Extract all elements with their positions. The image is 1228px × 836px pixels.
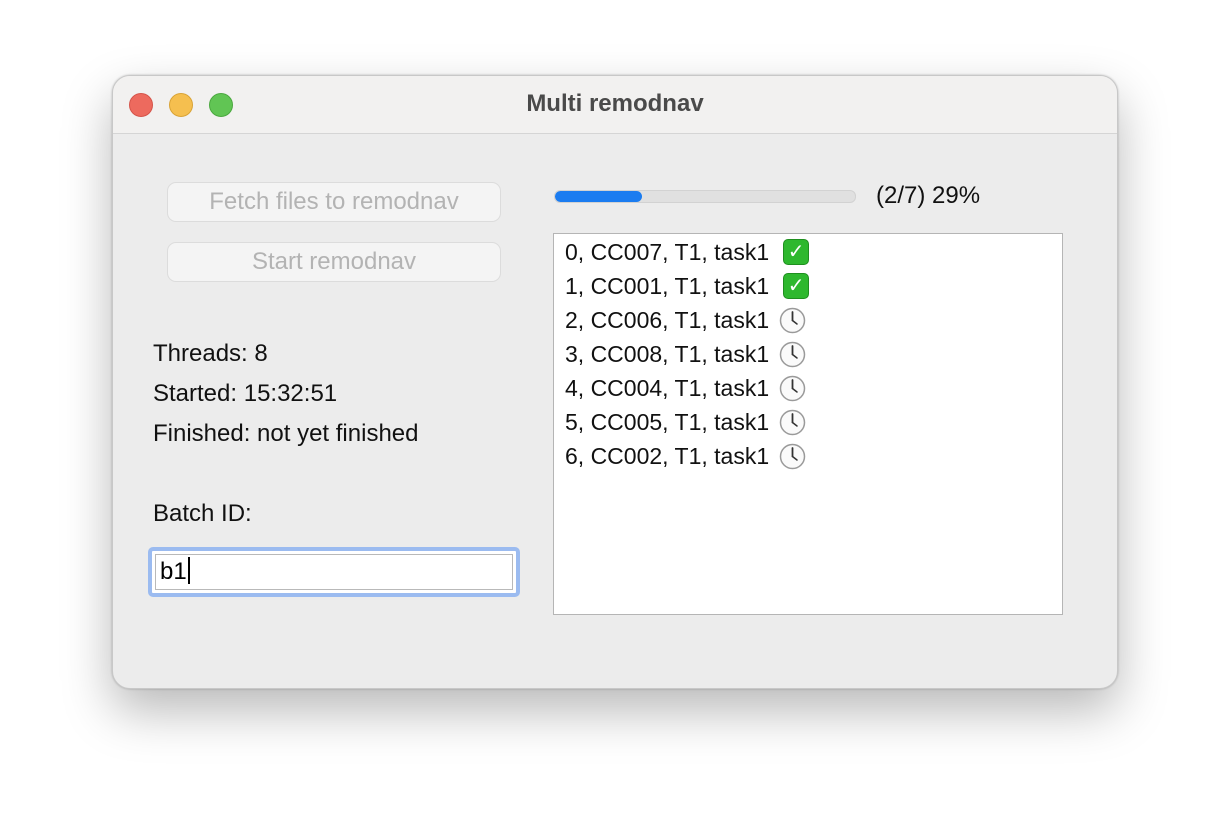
batch-id-value: b1	[160, 558, 187, 585]
batch-id-input[interactable]: b1	[155, 554, 513, 590]
finished-label: Finished: not yet finished	[153, 420, 419, 447]
progress-bar	[554, 190, 856, 203]
start-remodnav-button[interactable]: Start remodnav	[167, 242, 501, 282]
job-list-item[interactable]: 1, CC001, T1, task1 ✓	[565, 269, 810, 303]
fetch-files-button[interactable]: Fetch files to remodnav	[167, 182, 501, 222]
job-list-item[interactable]: 3, CC008, T1, task1	[565, 337, 806, 371]
clock-icon	[779, 341, 806, 368]
job-label: 0, CC007, T1, task1	[565, 238, 770, 265]
threads-label: Threads: 8	[153, 340, 268, 367]
app-window: Multi remodnav Fetch files to remodnav S…	[112, 75, 1118, 689]
clock-icon	[779, 307, 806, 334]
clock-icon	[779, 443, 806, 470]
check-mark-icon: ✓	[783, 239, 810, 265]
progress-label: (2/7) 29%	[876, 182, 981, 209]
progress-bar-fill	[555, 191, 642, 202]
job-list-item[interactable]: 4, CC004, T1, task1	[565, 371, 806, 405]
job-label: 2, CC006, T1, task1	[565, 306, 770, 333]
job-list-item[interactable]: 5, CC005, T1, task1	[565, 405, 806, 439]
batch-id-label: Batch ID:	[153, 500, 252, 527]
job-list-item[interactable]: 6, CC002, T1, task1	[565, 439, 806, 473]
job-label: 5, CC005, T1, task1	[565, 408, 770, 435]
job-label: 4, CC004, T1, task1	[565, 374, 770, 401]
job-list-item[interactable]: 2, CC006, T1, task1	[565, 303, 806, 337]
window-title: Multi remodnav	[526, 90, 704, 117]
text-caret	[187, 557, 190, 585]
started-label: Started: 15:32:51	[153, 380, 338, 407]
job-list[interactable]: 0, CC007, T1, task1 ✓ 1, CC001, T1, task1 ✓…	[553, 233, 1063, 615]
job-label: 6, CC002, T1, task1	[565, 442, 770, 469]
job-list-item[interactable]: 0, CC007, T1, task1 ✓	[565, 235, 810, 269]
title-bar: Multi remodnav	[113, 76, 1117, 134]
batch-id-focus-ring: b1	[148, 547, 520, 597]
check-mark-icon: ✓	[783, 273, 810, 299]
clock-icon	[779, 409, 806, 436]
clock-icon	[779, 375, 806, 402]
job-label: 3, CC008, T1, task1	[565, 340, 770, 367]
job-label: 1, CC001, T1, task1	[565, 272, 770, 299]
